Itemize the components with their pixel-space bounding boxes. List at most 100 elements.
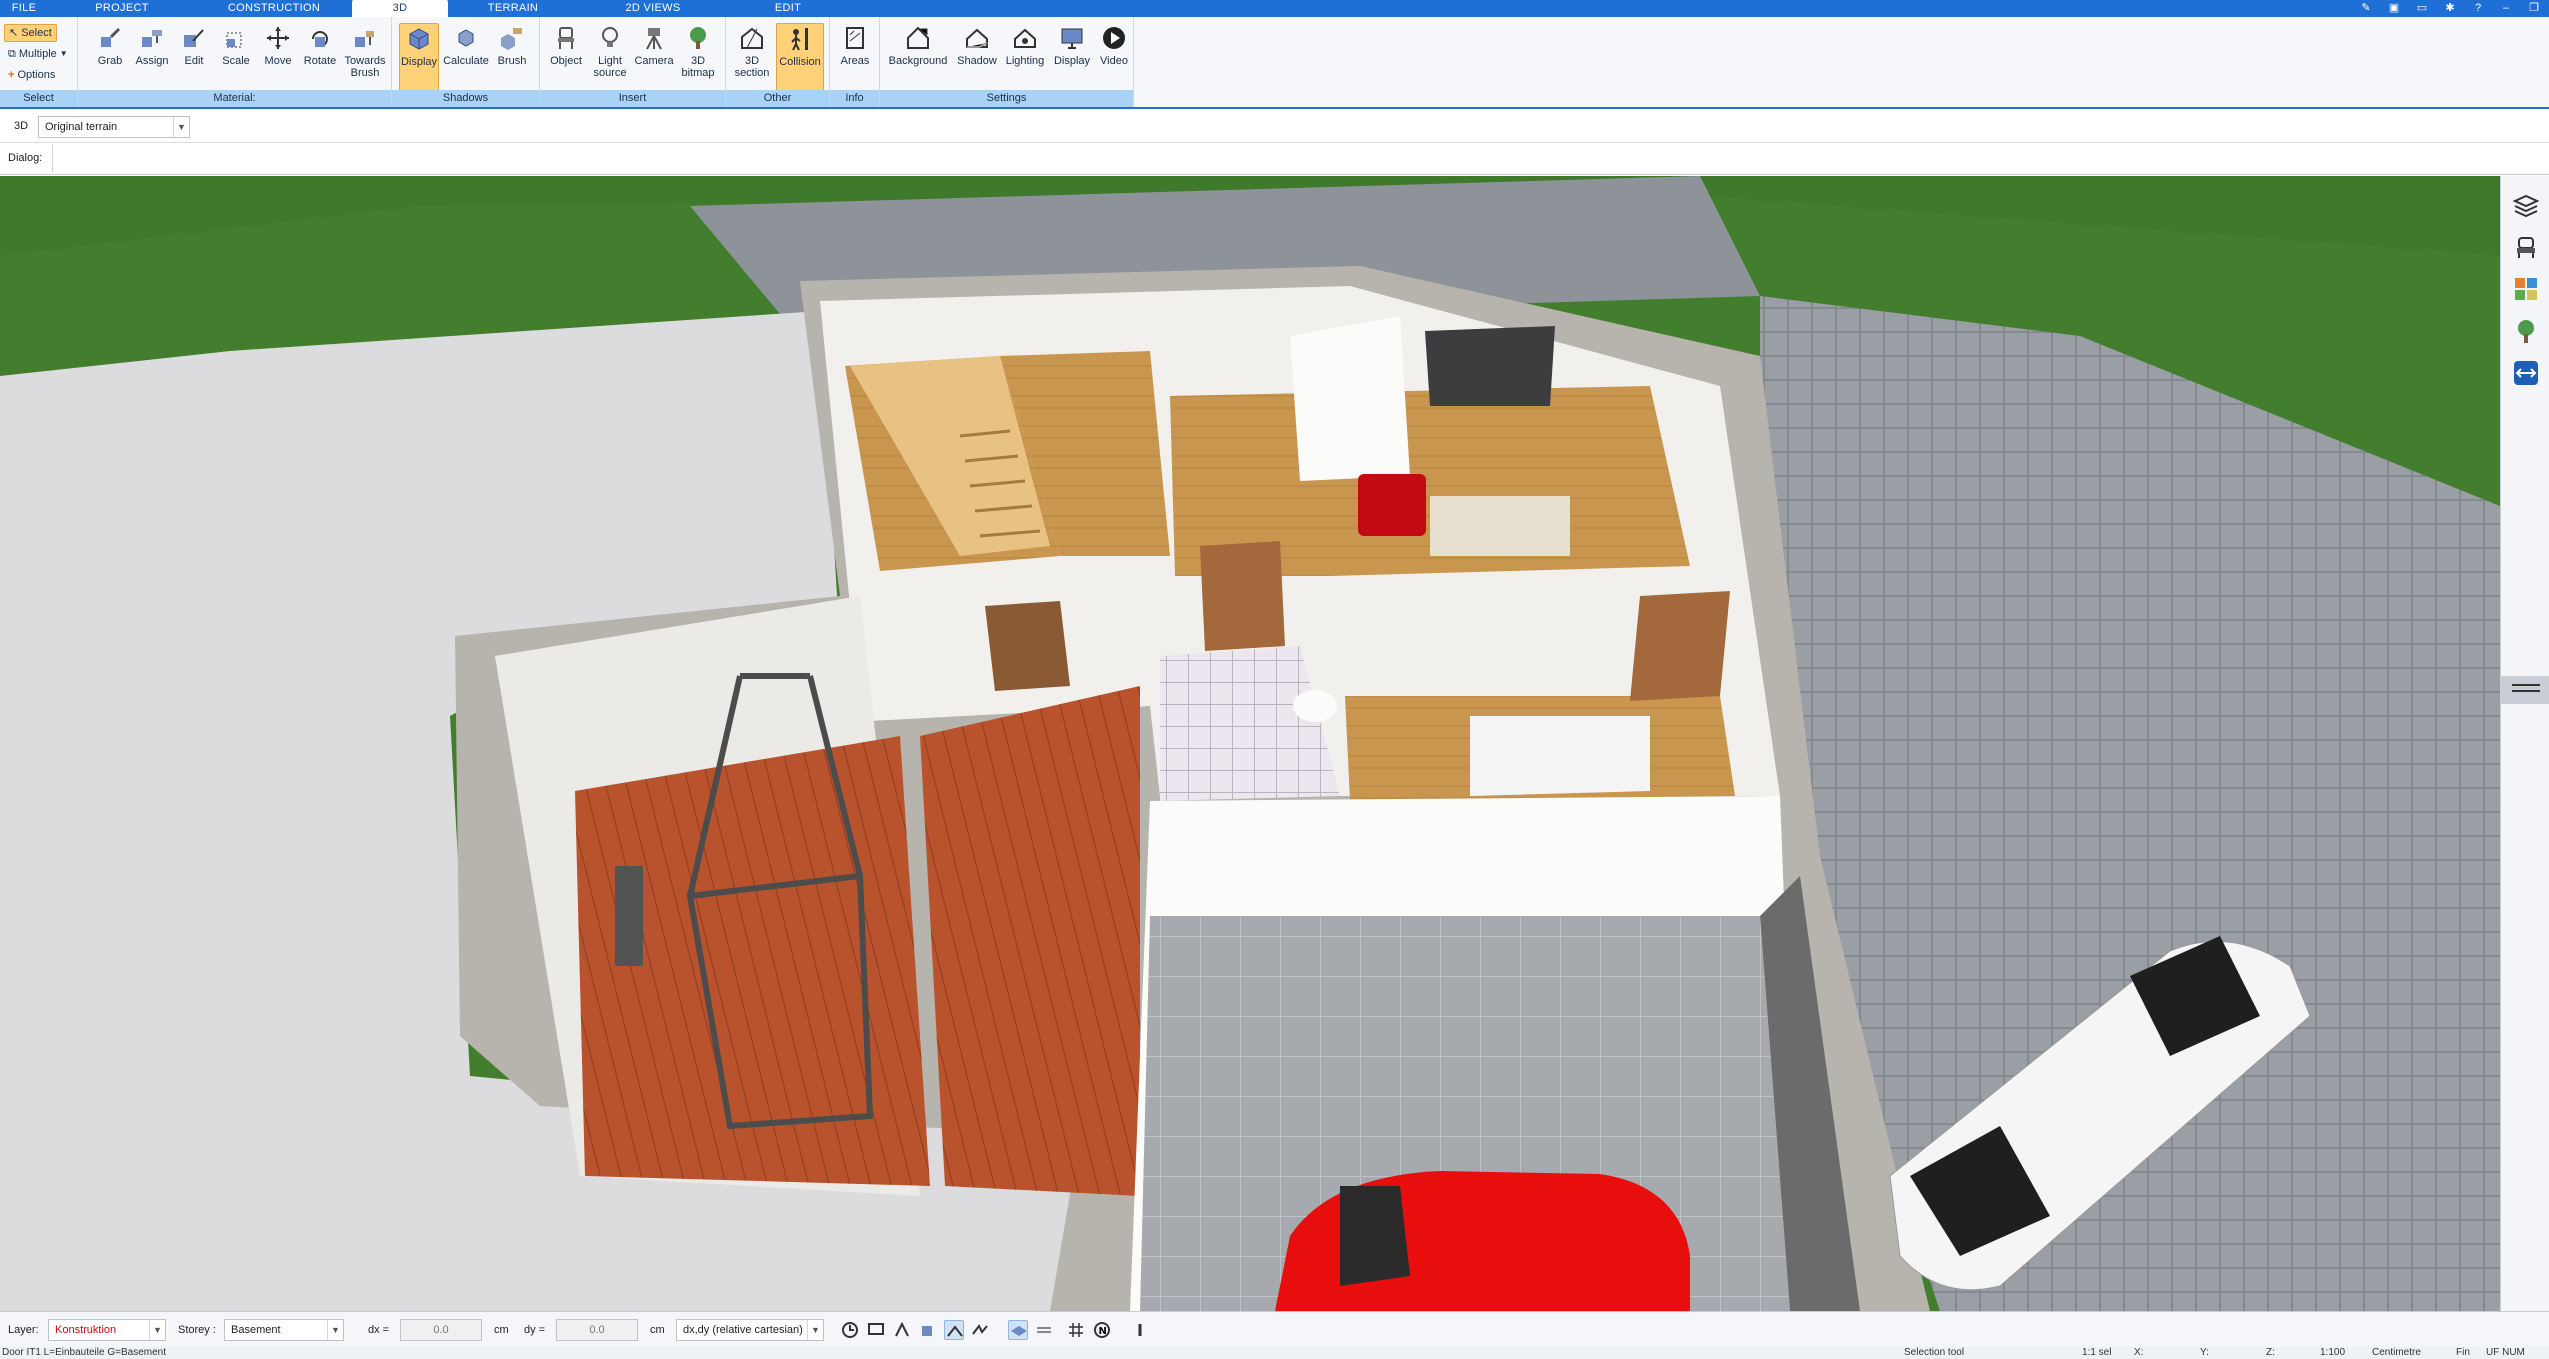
cube-shadow-icon [409, 28, 429, 50]
terrain-select[interactable]: Original terrain ▼ [38, 116, 190, 138]
object-snap-icon[interactable] [918, 1320, 938, 1340]
bathroom-door [1200, 541, 1285, 651]
light-source-button[interactable]: Light source [590, 23, 630, 91]
dx-input[interactable]: 0.0 [400, 1319, 482, 1341]
status-y: Y: [2200, 1347, 2209, 1358]
bedroom-door [1630, 591, 1730, 701]
video-button[interactable]: Video [1094, 23, 1134, 91]
info-group-label: Info [830, 90, 879, 107]
3d-viewport[interactable] [0, 176, 2500, 1311]
restore-icon[interactable]: ❐ [2527, 1, 2541, 15]
tab-file[interactable]: FILE [0, 0, 48, 17]
dialog-toolbar: Dialog: [0, 143, 2549, 175]
snap-icon[interactable] [892, 1320, 912, 1340]
layer-view-icon[interactable] [1008, 1320, 1028, 1340]
options-button[interactable]: + Options [4, 66, 59, 84]
furniture-icon[interactable] [2513, 234, 2539, 260]
cart-icon[interactable]: ▣ [2387, 1, 2401, 15]
hatch-icon[interactable] [1034, 1320, 1054, 1340]
collision-icon [791, 28, 808, 51]
chevron-down-icon: ▼ [59, 49, 68, 58]
tab-3d[interactable]: 3D [352, 0, 448, 17]
shadow-settings-button[interactable]: Shadow [954, 23, 1000, 91]
shadows-group: Display Calculate Brush Shadows [392, 17, 540, 107]
window-icon[interactable]: ▭ [2415, 1, 2429, 15]
areas-button[interactable]: Areas [835, 23, 875, 91]
move-button[interactable]: Move [258, 23, 298, 91]
collision-button[interactable]: Collision [776, 23, 824, 91]
screen-icon[interactable] [866, 1320, 886, 1340]
layers-icon[interactable] [2513, 192, 2539, 218]
lighting-settings-button[interactable]: Lighting [1002, 23, 1048, 91]
tab-terrain[interactable]: TERRAIN [448, 0, 578, 17]
tab-construction[interactable]: CONSTRUCTION [196, 0, 352, 17]
hamburger-icon [2511, 684, 2540, 692]
right-sidebar [2500, 176, 2549, 1311]
3d-section-button[interactable]: 3D section [732, 23, 772, 91]
grid-icon[interactable] [1066, 1320, 1086, 1340]
background-button[interactable]: Background [884, 23, 952, 91]
status-bar: Door IT1 L=Einbauteile G=Basement Select… [0, 1347, 2549, 1359]
tab-2d-views[interactable]: 2D VIEWS [578, 0, 728, 17]
menu-tab-bar: FILE PROJECT CONSTRUCTION 3D TERRAIN 2D … [0, 0, 2549, 17]
insert-group: Object Light source Camera 3D bitmap Ins… [540, 17, 726, 107]
wall-tv [1425, 326, 1555, 406]
multi-select-icon: ⧉ [8, 48, 16, 60]
grab-button[interactable]: Grab [90, 23, 130, 91]
rotate-button[interactable]: Rotate [300, 23, 340, 91]
object-button[interactable]: Object [546, 23, 586, 91]
3d-scene-render [0, 176, 2500, 1311]
info-group: Areas Info [830, 17, 880, 107]
camera-button[interactable]: Camera [634, 23, 674, 91]
window-controls: ✎ ▣ ▭ ✱ ? – ❐ [2359, 1, 2541, 15]
sidebar-collapse-handle[interactable] [2501, 676, 2549, 704]
tab-edit[interactable]: EDIT [728, 0, 848, 17]
edit-material-button[interactable]: Edit [174, 23, 214, 91]
minimize-icon[interactable]: – [2499, 1, 2513, 15]
north-icon[interactable]: N [1092, 1320, 1112, 1340]
settings-group: Background Shadow Lighting Display Video… [880, 17, 1134, 107]
dialog-label: Dialog: [8, 152, 43, 164]
select-group-label: Select [0, 90, 77, 107]
select-button[interactable]: ↖ Select [4, 24, 57, 42]
brush-cube-icon [501, 28, 522, 50]
assign-button[interactable]: Assign [132, 23, 172, 91]
towards-brush-button[interactable]: Towards Brush [342, 23, 388, 91]
shadows-group-label: Shadows [392, 90, 539, 107]
angle-snap-icon[interactable] [944, 1320, 964, 1340]
pin-icon[interactable]: ✎ [2359, 1, 2373, 15]
plants-icon[interactable] [2513, 318, 2539, 344]
select-group: ↖ Select ⧉ Multiple ▼ + Options Select [0, 17, 78, 107]
scale-button[interactable]: Scale [216, 23, 256, 91]
materials-icon[interactable] [2513, 276, 2539, 302]
coordinate-mode-select[interactable]: dx,dy (relative cartesian) ▼ [676, 1319, 824, 1341]
edit-material-icon [184, 29, 204, 47]
layer-label: Layer: [8, 1324, 39, 1336]
cube-icon [458, 29, 474, 47]
section-house-icon [741, 27, 763, 49]
tab-project[interactable]: PROJECT [48, 0, 196, 17]
paint-roller-icon [142, 30, 162, 47]
app-window: FILE PROJECT CONSTRUCTION 3D TERRAIN 2D … [0, 0, 2549, 1359]
other-group-label: Other [726, 90, 829, 107]
settings-icon[interactable]: ✱ [2443, 1, 2457, 15]
shadow-brush-button[interactable]: Brush [492, 23, 532, 91]
dy-input[interactable]: 0.0 [556, 1319, 638, 1341]
clock-icon[interactable] [840, 1320, 860, 1340]
layer-select[interactable]: Konstruktion ▼ [48, 1319, 166, 1341]
calculate-shadows-button[interactable]: Calculate [443, 23, 489, 91]
bottom-toolbar: Layer: Konstruktion ▼ Storey : Basement … [0, 1311, 2549, 1347]
display-shadows-button[interactable]: Display [399, 23, 439, 91]
display-settings-button[interactable]: Display [1050, 23, 1094, 91]
remote-support-icon[interactable] [2513, 360, 2539, 386]
ribbon: ↖ Select ⧉ Multiple ▼ + Options Select G… [0, 17, 2549, 109]
tree-icon [690, 27, 706, 49]
multiple-button[interactable]: ⧉ Multiple ▼ [4, 45, 72, 63]
3d-bitmap-button[interactable]: 3D bitmap [678, 23, 718, 91]
storey-select[interactable]: Basement ▼ [224, 1319, 344, 1341]
status-z: Z: [2266, 1347, 2275, 1358]
help-icon[interactable]: ? [2471, 1, 2485, 15]
info-icon[interactable] [1130, 1320, 1150, 1340]
snap-lines-icon[interactable] [970, 1320, 990, 1340]
chair-icon [558, 27, 574, 49]
